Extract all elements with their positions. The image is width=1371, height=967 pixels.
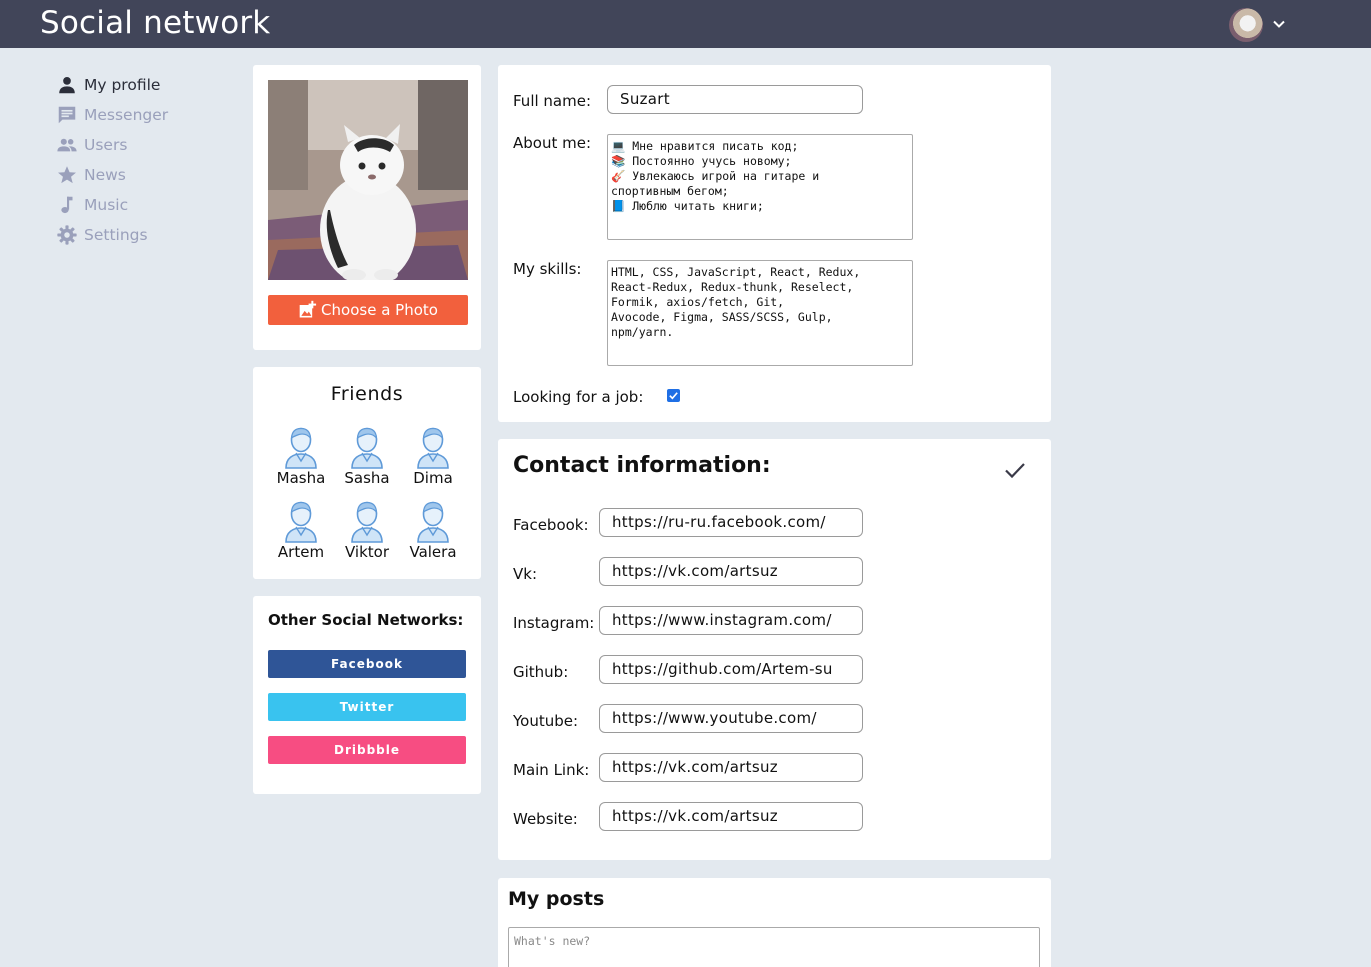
new-post-textarea[interactable]: What's new? <box>508 927 1040 967</box>
choose-photo-button[interactable]: Choose a Photo <box>268 295 468 325</box>
users-icon <box>57 138 77 152</box>
friend-name: Sasha <box>344 469 390 487</box>
friend-name: Masha <box>276 469 326 487</box>
top-header: Social network <box>0 0 1371 48</box>
chevron-down-icon <box>1273 20 1285 28</box>
social-networks-card: Other Social Networks: Facebook Twitter … <box>253 596 481 794</box>
friend-item[interactable]: Artem <box>268 499 334 561</box>
skills-textarea[interactable]: HTML, CSS, JavaScript, React, Redux, Reac… <box>607 260 913 366</box>
sidebar-item-label: Settings <box>84 226 148 244</box>
contact-info-card: Contact information: Facebook: https://r… <box>498 439 1051 860</box>
sidebar-item-label: News <box>84 166 126 184</box>
friends-card: Friends Masha Sasha Dima Artem Viktor Va… <box>253 367 481 579</box>
contact-label-main-link: Main Link: <box>513 761 590 779</box>
message-icon <box>58 106 76 124</box>
person-icon <box>59 77 75 94</box>
sidebar-item-news[interactable]: News <box>56 160 236 190</box>
my-posts-card: My posts What's new? <box>498 878 1051 967</box>
sidebar-item-my-profile[interactable]: My profile <box>56 70 236 100</box>
friend-name: Valera <box>409 543 457 561</box>
looking-for-job-label: Looking for a job: <box>513 388 644 406</box>
contact-label-github: Github: <box>513 663 569 681</box>
contact-label-instagram: Instagram: <box>513 614 595 632</box>
sidebar-item-music[interactable]: Music <box>56 190 236 220</box>
skills-line: React-Redux, Redux-thunk, Reselect, <box>611 280 854 294</box>
looking-for-job-checkbox[interactable] <box>667 389 680 402</box>
sidebar-item-label: Messenger <box>84 106 169 124</box>
about-line: 🎸 Увлекаюсь игрой на гитаре и <box>611 169 820 183</box>
music-note-icon <box>61 196 73 214</box>
friend-name: Dima <box>413 469 453 487</box>
full-name-label: Full name: <box>513 92 592 110</box>
friend-item[interactable]: Viktor <box>334 499 400 561</box>
user-avatar-icon <box>417 427 449 469</box>
contact-input-vk[interactable]: https://vk.com/artsuz <box>599 557 863 586</box>
sidebar-nav: My profile Messenger Users News Music Se… <box>56 70 236 250</box>
skills-label: My skills: <box>513 260 582 278</box>
skills-line: Formik, axios/fetch, Git, <box>611 295 785 309</box>
app-title: Social network <box>40 5 271 41</box>
profile-photo-card: Choose a Photo <box>253 65 481 350</box>
user-avatar-icon <box>417 501 449 543</box>
contact-label-website: Website: <box>513 810 578 828</box>
about-line: спортивным бегом; <box>611 184 729 198</box>
skills-line: HTML, CSS, JavaScript, React, Redux, <box>611 265 861 279</box>
save-check-icon[interactable] <box>1003 458 1027 482</box>
friend-name: Artem <box>277 543 325 561</box>
contact-info-title: Contact information: <box>513 453 771 478</box>
facebook-button[interactable]: Facebook <box>268 650 466 678</box>
star-icon <box>58 166 76 184</box>
profile-info-card: Full name: Suzart About me: 💻 Мне нравит… <box>498 65 1051 422</box>
social-networks-title: Other Social Networks: <box>268 611 464 629</box>
friend-name: Viktor <box>344 543 389 561</box>
user-avatar-icon <box>351 427 383 469</box>
contact-label-vk: Vk: <box>513 565 538 583</box>
friends-title: Friends <box>330 383 404 405</box>
about-me-label: About me: <box>513 134 592 152</box>
dribbble-button[interactable]: Dribbble <box>268 736 466 764</box>
sidebar-item-settings[interactable]: Settings <box>56 220 236 250</box>
about-me-textarea[interactable]: 💻 Мне нравится писать код; 📚 Постоянно уч… <box>607 134 913 240</box>
contact-input-main-link[interactable]: https://vk.com/artsuz <box>599 753 863 782</box>
add-photo-icon <box>299 300 317 318</box>
about-line: 💻 Мне нравится писать код; <box>611 139 799 153</box>
user-avatar-icon <box>351 501 383 543</box>
user-avatar-icon <box>285 501 317 543</box>
sidebar-item-users[interactable]: Users <box>56 130 236 160</box>
contact-input-facebook[interactable]: https://ru-ru.facebook.com/ <box>599 508 863 537</box>
skills-line: Avocode, Figma, SASS/SCSS, Gulp, <box>611 310 833 324</box>
skills-line: npm/yarn. <box>611 325 674 339</box>
contact-label-facebook: Facebook: <box>513 516 589 534</box>
profile-photo <box>268 80 468 280</box>
avatar <box>1229 8 1263 42</box>
contact-input-website[interactable]: https://vk.com/artsuz <box>599 802 863 831</box>
about-line: 📘 Люблю читать книги; <box>611 199 764 213</box>
gear-icon <box>57 225 77 245</box>
sidebar-item-label: Music <box>84 196 129 214</box>
checkmark-icon <box>669 392 678 400</box>
friend-item[interactable]: Masha <box>268 425 334 487</box>
account-menu-button[interactable] <box>1229 8 1289 42</box>
my-posts-title: My posts <box>508 888 605 910</box>
sidebar-item-label: My profile <box>84 76 161 94</box>
user-avatar-icon <box>285 427 317 469</box>
contact-input-youtube[interactable]: https://www.youtube.com/ <box>599 704 863 733</box>
friend-item[interactable]: Sasha <box>334 425 400 487</box>
full-name-input[interactable]: Suzart <box>607 85 863 114</box>
twitter-button[interactable]: Twitter <box>268 693 466 721</box>
choose-photo-label: Choose a Photo <box>321 301 438 319</box>
sidebar-item-label: Users <box>84 136 128 154</box>
about-line: 📚 Постоянно учусь новому; <box>611 154 792 168</box>
contact-input-instagram[interactable]: https://www.instagram.com/ <box>599 606 863 635</box>
friend-item[interactable]: Valera <box>400 499 466 561</box>
contact-input-github[interactable]: https://github.com/Artem-su <box>599 655 863 684</box>
sidebar-item-messenger[interactable]: Messenger <box>56 100 236 130</box>
contact-label-youtube: Youtube: <box>513 712 579 730</box>
friend-item[interactable]: Dima <box>400 425 466 487</box>
